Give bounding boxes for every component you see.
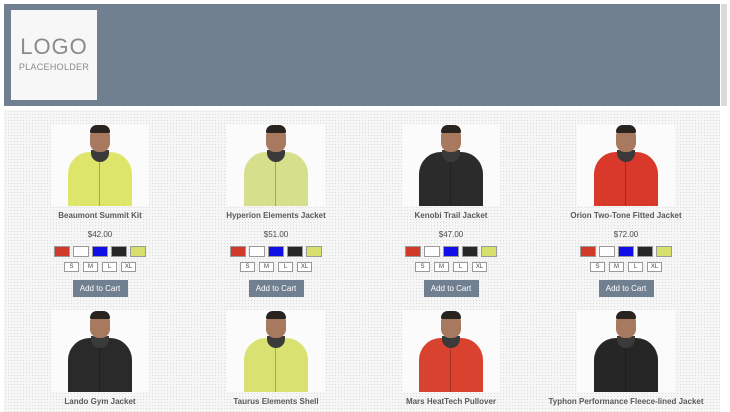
product-image[interactable] (227, 310, 325, 392)
size-options: S M L XL (363, 262, 539, 272)
swatch-white[interactable] (424, 246, 440, 257)
product-grid: Beaumont Summit Kit $42.00 S M L XL Add … (4, 110, 720, 412)
swatch-blue[interactable] (443, 246, 459, 257)
model-hair (616, 125, 636, 133)
size-l-button[interactable]: L (278, 262, 293, 272)
product-price: $51.00 (263, 230, 289, 239)
product-name[interactable]: Orion Two-Tone Fitted Jacket (538, 211, 714, 221)
size-m-button[interactable]: M (434, 262, 449, 272)
product-name[interactable]: Kenobi Trail Jacket (363, 211, 539, 221)
product-name[interactable]: Mars HeatTech Pullover (363, 397, 539, 407)
color-swatches (363, 246, 539, 257)
product-image[interactable] (402, 124, 500, 206)
size-l-button[interactable]: L (102, 262, 117, 272)
jacket-zip (99, 160, 100, 206)
size-xl-button[interactable]: XL (121, 262, 136, 272)
size-s-button[interactable]: S (415, 262, 430, 272)
product-image[interactable] (577, 310, 675, 392)
product-image[interactable] (51, 310, 149, 392)
product-card: Taurus Elements Shell (188, 310, 364, 407)
product-image[interactable] (577, 124, 675, 206)
jacket-zip (99, 346, 100, 392)
model-hair (90, 311, 110, 319)
size-m-button[interactable]: M (609, 262, 624, 272)
product-card: Beaumont Summit Kit $42.00 S M L XL Add … (12, 124, 188, 297)
swatch-yellow[interactable] (130, 246, 146, 257)
jacket-zip (450, 160, 451, 206)
product-name[interactable]: Taurus Elements Shell (188, 397, 364, 407)
model-hair (266, 125, 286, 133)
size-xl-button[interactable]: XL (297, 262, 312, 272)
color-swatches (12, 246, 188, 257)
swatch-blue[interactable] (618, 246, 634, 257)
logo[interactable]: LOGO PLACEHOLDER (11, 10, 97, 100)
model-hair (90, 125, 110, 133)
swatch-white[interactable] (249, 246, 265, 257)
jacket-zip (625, 346, 626, 392)
product-price: $72.00 (613, 230, 639, 239)
swatch-red[interactable] (405, 246, 421, 257)
model-hair (441, 125, 461, 133)
product-name[interactable]: Hyperion Elements Jacket (188, 211, 364, 221)
swatch-red[interactable] (230, 246, 246, 257)
product-card: Hyperion Elements Jacket $51.00 S M L XL… (188, 124, 364, 297)
swatch-yellow[interactable] (481, 246, 497, 257)
product-price: $47.00 (438, 230, 464, 239)
jacket-zip (625, 160, 626, 206)
jacket-zip (450, 346, 451, 392)
swatch-yellow[interactable] (656, 246, 672, 257)
swatch-blue[interactable] (92, 246, 108, 257)
product-card: Lando Gym Jacket (12, 310, 188, 407)
product-image[interactable] (227, 124, 325, 206)
jacket-zip (275, 346, 276, 392)
model-hair (441, 311, 461, 319)
size-m-button[interactable]: M (259, 262, 274, 272)
size-s-button[interactable]: S (590, 262, 605, 272)
swatch-black[interactable] (637, 246, 653, 257)
swatch-black[interactable] (462, 246, 478, 257)
size-options: S M L XL (538, 262, 714, 272)
product-name[interactable]: Lando Gym Jacket (12, 397, 188, 407)
swatch-yellow[interactable] (306, 246, 322, 257)
swatch-black[interactable] (287, 246, 303, 257)
size-xl-button[interactable]: XL (472, 262, 487, 272)
add-to-cart-button[interactable]: Add to Cart (72, 280, 128, 297)
product-name[interactable]: Beaumont Summit Kit (12, 211, 188, 221)
scrollbar[interactable] (721, 4, 727, 106)
product-card: Orion Two-Tone Fitted Jacket $72.00 S M … (538, 124, 714, 297)
site-header: LOGO PLACEHOLDER (4, 4, 720, 106)
size-l-button[interactable]: L (628, 262, 643, 272)
add-to-cart-button[interactable]: Add to Cart (248, 280, 304, 297)
swatch-red[interactable] (580, 246, 596, 257)
product-card: Typhon Performance Fleece-lined Jacket (538, 310, 714, 407)
swatch-white[interactable] (599, 246, 615, 257)
logo-text: LOGO (20, 34, 88, 59)
product-card: Kenobi Trail Jacket $47.00 S M L XL Add … (363, 124, 539, 297)
swatch-blue[interactable] (268, 246, 284, 257)
swatch-red[interactable] (54, 246, 70, 257)
model-hair (616, 311, 636, 319)
logo-subtext: PLACEHOLDER (18, 62, 90, 72)
swatch-white[interactable] (73, 246, 89, 257)
size-s-button[interactable]: S (240, 262, 255, 272)
size-s-button[interactable]: S (64, 262, 79, 272)
product-image[interactable] (402, 310, 500, 392)
add-to-cart-button[interactable]: Add to Cart (598, 280, 654, 297)
size-options: S M L XL (188, 262, 364, 272)
color-swatches (538, 246, 714, 257)
product-name[interactable]: Typhon Performance Fleece-lined Jacket (538, 397, 714, 407)
color-swatches (188, 246, 364, 257)
product-image[interactable] (51, 124, 149, 206)
add-to-cart-button[interactable]: Add to Cart (423, 280, 479, 297)
product-card: Mars HeatTech Pullover (363, 310, 539, 407)
model-hair (266, 311, 286, 319)
jacket-zip (275, 160, 276, 206)
size-xl-button[interactable]: XL (647, 262, 662, 272)
size-m-button[interactable]: M (83, 262, 98, 272)
size-l-button[interactable]: L (453, 262, 468, 272)
product-price: $42.00 (87, 230, 113, 239)
size-options: S M L XL (12, 262, 188, 272)
swatch-black[interactable] (111, 246, 127, 257)
